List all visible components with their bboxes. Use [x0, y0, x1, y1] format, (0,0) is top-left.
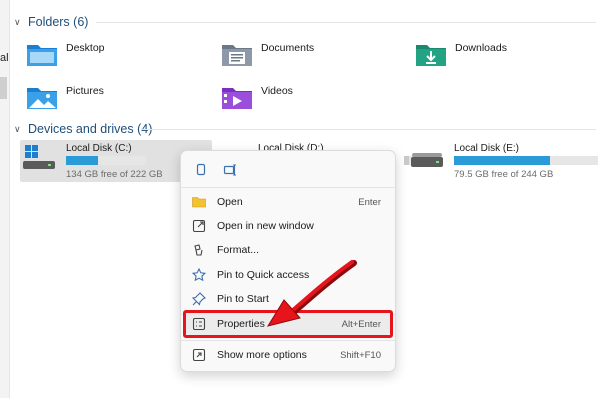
folders-divider: [96, 22, 596, 23]
copy-button[interactable]: [190, 159, 212, 181]
folder-name: Desktop: [66, 42, 105, 54]
drives-section-header[interactable]: ∨ Devices and drives (4): [14, 122, 152, 136]
context-menu-quick-actions: [181, 151, 395, 187]
drive-usage-fill: [66, 156, 98, 165]
menu-item-label: Show more options: [217, 349, 307, 361]
navigation-pane: al: [0, 0, 10, 398]
desktop-folder-icon: [27, 45, 57, 66]
more-options-icon: [191, 347, 207, 363]
menu-item-label: Format...: [217, 244, 260, 256]
drive-free-space: 79.5 GB free of 244 GB: [454, 169, 554, 180]
folder-pictures[interactable]: Pictures: [26, 83, 104, 111]
windows-drive-icon: [23, 145, 55, 169]
folders-heading: Folders (6): [28, 15, 89, 29]
hard-drive-icon: [411, 153, 443, 167]
drive-name: Local Disk (C:): [66, 143, 132, 154]
copy-icon: [196, 163, 206, 176]
folders-section-header[interactable]: ∨ Folders (6): [14, 15, 88, 29]
chevron-down-icon: ∨: [14, 16, 21, 27]
pictures-folder-icon: [27, 88, 57, 109]
folder-name: Downloads: [455, 42, 507, 54]
star-icon: [191, 267, 207, 283]
nav-partial-label: al: [0, 52, 9, 64]
menu-divider: [181, 187, 395, 188]
menu-item-pin-quick-access[interactable]: Pin to Quick access: [185, 264, 391, 286]
open-folder-icon: [191, 194, 207, 210]
folder-downloads[interactable]: Downloads: [415, 40, 507, 68]
rename-icon: [223, 164, 236, 176]
documents-folder-icon: [222, 45, 252, 66]
menu-item-format[interactable]: Format...: [185, 239, 391, 261]
menu-item-label: Pin to Quick access: [217, 269, 310, 281]
drives-heading: Devices and drives (4): [28, 122, 153, 136]
nav-selected-item[interactable]: [0, 77, 7, 99]
folder-documents[interactable]: Documents: [221, 40, 314, 68]
context-menu: Open Enter Open in new window Format... …: [180, 150, 396, 372]
folder-name: Documents: [261, 42, 315, 54]
menu-item-label: Open in new window: [217, 220, 314, 232]
drive-usage-fill: [454, 156, 551, 165]
chevron-down-icon: ∨: [14, 123, 21, 134]
downloads-folder-icon: [416, 45, 446, 66]
menu-item-open-new-window[interactable]: Open in new window: [185, 215, 391, 237]
menu-item-label: Pin to Start: [217, 293, 269, 305]
drive-usage-bar: [66, 156, 146, 165]
pin-icon: [191, 291, 207, 307]
menu-item-label: Open: [217, 196, 243, 208]
format-icon: [191, 242, 207, 258]
drive-usage-bar: [454, 156, 598, 165]
menu-item-shortcut: Enter: [358, 196, 381, 208]
new-window-icon: [191, 218, 207, 234]
properties-highlight-box: [183, 310, 393, 338]
drive-free-space: 134 GB free of 222 GB: [66, 169, 163, 180]
folder-name: Pictures: [66, 85, 104, 97]
folder-desktop[interactable]: Desktop: [26, 40, 105, 68]
menu-item-shortcut: Shift+F10: [340, 349, 381, 361]
menu-item-open[interactable]: Open Enter: [185, 191, 391, 213]
menu-item-pin-start[interactable]: Pin to Start: [185, 288, 391, 310]
drive-name: Local Disk (E:): [454, 143, 520, 154]
videos-folder-icon: [222, 88, 252, 109]
folder-videos[interactable]: Videos: [221, 83, 293, 111]
drives-divider: [142, 129, 596, 130]
drive-e[interactable]: Local Disk (E:) 79.5 GB free of 244 GB: [410, 143, 600, 183]
rename-button[interactable]: [219, 159, 241, 181]
folder-name: Videos: [261, 85, 293, 97]
menu-divider: [181, 340, 395, 341]
drive-usage-fill: [404, 156, 409, 165]
menu-item-show-more-options[interactable]: Show more options Shift+F10: [185, 344, 391, 366]
